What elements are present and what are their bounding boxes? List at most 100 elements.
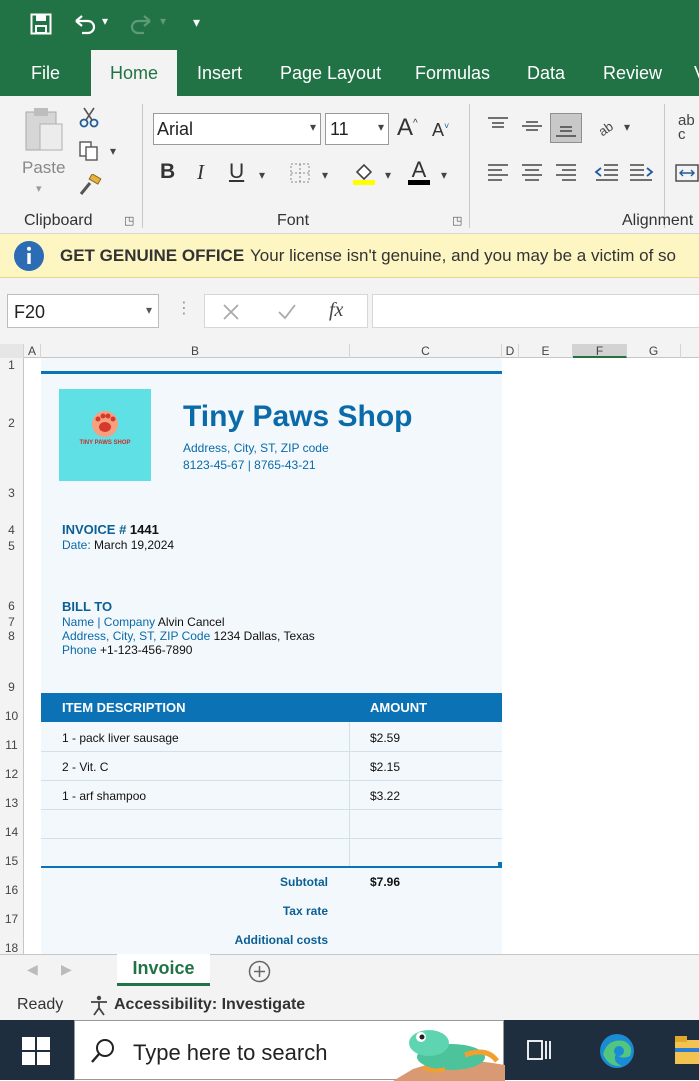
row-header[interactable]: 9 [0, 680, 23, 694]
edge-browser-icon[interactable] [598, 1032, 636, 1070]
row-header[interactable]: 11 [0, 738, 23, 752]
row-header[interactable]: 10 [0, 709, 23, 723]
customize-toolbar-icon[interactable]: ▾ [193, 14, 200, 31]
tab-view[interactable]: V [694, 50, 699, 96]
cancel-icon[interactable] [222, 303, 240, 321]
font-name-dropdown-icon[interactable]: ▾ [310, 120, 316, 134]
undo-icon[interactable] [72, 13, 98, 35]
copy-icon[interactable] [78, 140, 100, 162]
format-painter-icon[interactable] [78, 174, 102, 196]
row-header[interactable]: 8 [0, 629, 23, 643]
row-header[interactable]: 15 [0, 854, 23, 868]
align-right-icon[interactable] [554, 162, 578, 184]
col-header-a[interactable]: A [24, 344, 41, 358]
italic-button[interactable]: I [197, 160, 204, 185]
fill-color-icon[interactable] [351, 160, 377, 186]
undo-dropdown-icon[interactable]: ▾ [102, 14, 108, 28]
taskbar-search-box[interactable]: Type here to search [74, 1020, 505, 1081]
tab-formulas[interactable]: Formulas [415, 50, 490, 96]
tab-file[interactable]: File [31, 50, 60, 96]
file-explorer-icon[interactable] [675, 1034, 699, 1068]
row-header[interactable]: 2 [0, 416, 23, 430]
tab-insert[interactable]: Insert [197, 50, 242, 96]
paste-icon[interactable] [22, 106, 64, 152]
windows-start-icon[interactable] [22, 1037, 50, 1065]
col-header-d[interactable]: D [502, 344, 519, 358]
table-row[interactable] [41, 809, 502, 838]
row-header[interactable]: 5 [0, 539, 23, 553]
paste-label[interactable]: Paste [22, 158, 65, 178]
tab-review[interactable]: Review [603, 50, 662, 96]
formula-input[interactable] [372, 294, 699, 328]
task-view-icon[interactable] [526, 1036, 554, 1064]
middle-align-icon[interactable] [520, 116, 544, 136]
clipboard-launcher-icon[interactable]: ◳ [124, 214, 134, 227]
font-size-dropdown-icon[interactable]: ▾ [378, 120, 384, 134]
decrease-indent-icon[interactable] [594, 162, 620, 184]
formula-bar-grip-icon[interactable]: ⋮ [176, 298, 192, 318]
row-header[interactable]: 7 [0, 615, 23, 629]
tab-data[interactable]: Data [527, 50, 565, 96]
font-name-box[interactable]: Arial ▾ [153, 113, 321, 145]
copy-dropdown-icon[interactable]: ▾ [110, 144, 116, 158]
underline-button[interactable]: U [229, 160, 244, 184]
col-header-b[interactable]: B [41, 344, 350, 358]
table-row[interactable]: 1 - arf shampoo $3.22 [41, 780, 502, 809]
align-center-icon[interactable] [520, 162, 544, 184]
row-header[interactable]: 17 [0, 912, 23, 926]
align-left-icon[interactable] [486, 162, 510, 184]
table-row[interactable] [41, 838, 502, 867]
row-header[interactable]: 12 [0, 767, 23, 781]
accessibility-icon[interactable] [88, 994, 110, 1016]
scroll-tabs-left-icon[interactable]: ◀ [27, 961, 38, 978]
tab-page-layout[interactable]: Page Layout [280, 50, 381, 96]
col-header-g[interactable]: G [627, 344, 681, 358]
increase-font-size-icon[interactable]: A^ [397, 114, 418, 142]
paste-dropdown-icon[interactable]: ▾ [36, 182, 42, 195]
font-color-dropdown-icon[interactable]: ▾ [441, 168, 447, 182]
row-header[interactable]: 16 [0, 883, 23, 897]
bold-button[interactable]: B [160, 160, 175, 184]
orientation-icon[interactable]: ab [596, 116, 622, 138]
subtotal-label: Subtotal [280, 875, 328, 889]
select-all-corner[interactable] [0, 344, 24, 358]
font-color-icon[interactable]: A [406, 158, 432, 186]
row-header[interactable]: 18 [0, 941, 23, 954]
name-box-dropdown-icon[interactable]: ▾ [146, 303, 152, 317]
cut-icon[interactable] [78, 106, 100, 128]
scroll-tabs-right-icon[interactable]: ▶ [61, 961, 72, 978]
table-row[interactable]: 2 - Vit. C $2.15 [41, 751, 502, 780]
table-row[interactable]: 1 - pack liver sausage $2.59 [41, 722, 502, 751]
row-header[interactable]: 3 [0, 486, 23, 500]
col-header-f[interactable]: F [573, 344, 627, 358]
font-launcher-icon[interactable]: ◳ [452, 214, 462, 227]
borders-icon[interactable] [289, 162, 311, 184]
underline-dropdown-icon[interactable]: ▾ [259, 168, 265, 182]
accessibility-status[interactable]: Accessibility: Investigate [114, 996, 305, 1014]
col-header-e[interactable]: E [519, 344, 573, 358]
tab-home[interactable]: Home [91, 50, 177, 98]
borders-dropdown-icon[interactable]: ▾ [322, 168, 328, 182]
orientation-dropdown-icon[interactable]: ▾ [624, 120, 630, 134]
bottom-align-button[interactable] [550, 113, 582, 143]
row-header[interactable]: 6 [0, 599, 23, 613]
decrease-font-size-icon[interactable]: A˅ [432, 120, 449, 141]
fill-color-dropdown-icon[interactable]: ▾ [385, 168, 391, 182]
save-icon[interactable] [30, 13, 52, 35]
worksheet-grid[interactable]: TINY PAWS SHOP Tiny Paws Shop Address, C… [24, 358, 699, 954]
enter-icon[interactable] [277, 303, 297, 321]
wrap-text-icon[interactable]: ab c [678, 113, 695, 142]
row-header[interactable]: 1 [0, 358, 23, 372]
font-size-box[interactable]: 11 ▾ [325, 113, 389, 145]
name-box[interactable]: F20 ▾ [7, 294, 159, 328]
row-header[interactable]: 13 [0, 796, 23, 810]
col-header-c[interactable]: C [350, 344, 502, 358]
new-sheet-icon[interactable] [248, 960, 271, 983]
increase-indent-icon[interactable] [628, 162, 654, 184]
insert-function-icon[interactable]: fx [329, 299, 343, 322]
row-header[interactable]: 14 [0, 825, 23, 839]
merge-center-icon[interactable] [674, 162, 699, 184]
row-header[interactable]: 4 [0, 523, 23, 537]
sheet-tab-invoice[interactable]: Invoice [117, 954, 210, 986]
top-align-icon[interactable] [486, 116, 510, 136]
